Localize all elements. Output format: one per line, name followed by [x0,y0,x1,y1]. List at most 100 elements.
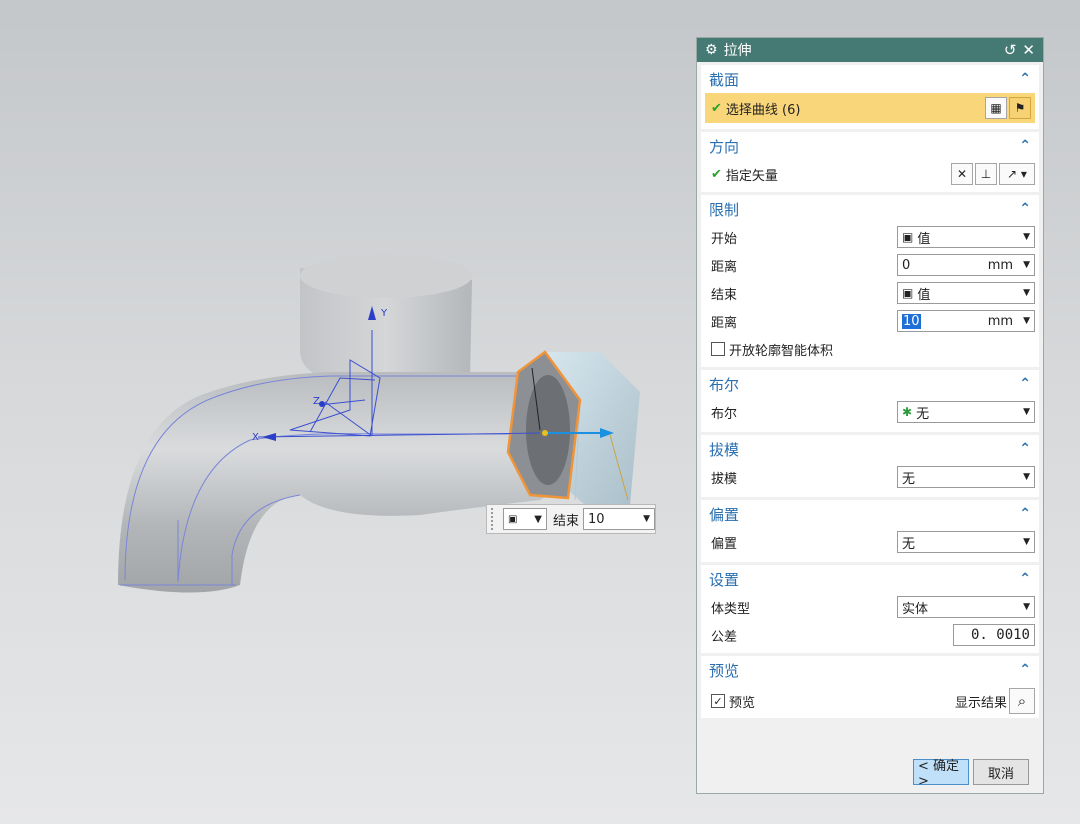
end-distance-label: 距离 [711,315,738,331]
body-type-select[interactable]: 实体 ▼ [897,596,1035,618]
direction-header[interactable]: 方向 ⌃ [701,132,1039,160]
draft-row: 拔模 无 ▼ [701,463,1039,491]
limits-header[interactable]: 限制 ⌃ [701,195,1039,223]
axis-z-label: Z [313,396,320,407]
draft-title: 拔模 [709,440,740,459]
floating-end-value[interactable]: 10 ▼ [583,508,656,530]
end-select-value: 值 [917,287,931,303]
boolean-title: 布尔 [709,375,740,394]
specify-vector-label: 指定矢量 [725,168,778,184]
cancel-button[interactable]: 取消 [973,759,1029,785]
draft-header[interactable]: 拔模 ⌃ [701,435,1039,463]
start-distance-row: 距离 0 mm ▼ [701,251,1039,279]
specify-vector-row: ✔ 指定矢量 ✕ ⊥ ↗ ▾ [701,160,1039,188]
body-type-value: 实体 [902,601,929,617]
open-profile-checkbox[interactable] [711,342,725,356]
tolerance-label: 公差 [711,629,738,645]
cube-icon: ▣ [902,286,914,300]
collapse-icon[interactable]: ⌃ [1019,201,1031,217]
reset-icon[interactable]: ↺ [1004,41,1017,59]
end-distance-value: 10 [902,313,921,329]
floating-end-label: 结束 [553,513,580,529]
floating-end-value-text: 10 [588,511,605,527]
boolean-value: 无 [916,406,930,422]
preview-header[interactable]: 预览 ⌃ [701,656,1039,684]
axis-x-label: X [252,432,259,443]
vector-dialog-icon[interactable]: ⊥ [975,163,997,185]
floating-end-input: ▣ ▼ 结束 10 ▼ [486,504,656,534]
settings-title: 设置 [709,570,740,589]
end-distance-row: 距离 10 mm ▼ [701,307,1039,335]
offset-title: 偏置 [709,505,740,524]
select-curve-row[interactable]: ✔ 选择曲线 (6) ▦ ⚑ [705,93,1035,123]
floating-type-select[interactable]: ▣ ▼ [503,508,547,530]
cube-icon: ▣ [508,513,518,525]
chevron-down-icon: ▼ [1023,537,1030,547]
body-type-row: 体类型 实体 ▼ [701,593,1039,621]
reverse-direction-icon[interactable]: ✕ [951,163,973,185]
preview-checkbox[interactable]: ✓ [711,694,725,708]
draft-label: 拔模 [711,471,738,487]
end-select[interactable]: ▣ 值 ▼ [897,282,1035,304]
limits-group: 限制 ⌃ 开始 ▣ 值 ▼ 距离 0 mm ▼ 结束 ▣ 值 ▼ 距离 10 m… [701,195,1039,367]
start-distance-input[interactable]: 0 mm ▼ [897,254,1035,276]
collapse-icon[interactable]: ⌃ [1019,71,1031,87]
close-icon[interactable]: ✕ [1022,41,1035,59]
chevron-down-icon: ▼ [534,513,542,525]
chevron-down-icon: ▼ [643,514,651,524]
gear-icon: ⚙ [705,42,718,58]
draft-value: 无 [902,471,916,487]
preview-title: 预览 [709,661,740,680]
drag-grip[interactable] [491,508,497,530]
offset-label: 偏置 [711,536,738,552]
chevron-down-icon: ▼ [1023,407,1030,417]
end-distance-input[interactable]: 10 mm ▼ [897,310,1035,332]
extrude-dialog: ⚙ 拉伸 ↺ ✕ 截面 ⌃ ✔ 选择曲线 (6) ▦ ⚑ 方向 ⌃ ✔ 指定矢量… [696,37,1044,794]
collapse-icon[interactable]: ⌃ [1019,138,1031,154]
draft-select[interactable]: 无 ▼ [897,466,1035,488]
vector-type-icon[interactable]: ↗ ▾ [999,163,1035,185]
offset-row: 偏置 无 ▼ [701,528,1039,556]
settings-group: 设置 ⌃ 体类型 实体 ▼ 公差 0. 0010 [701,565,1039,653]
collapse-icon[interactable]: ⌃ [1019,376,1031,392]
cube-icon: ▣ [902,230,914,244]
offset-header[interactable]: 偏置 ⌃ [701,500,1039,528]
preview-row: ✓ 预览 显示结果 ⌕ [701,684,1039,718]
settings-header[interactable]: 设置 ⌃ [701,565,1039,593]
boolean-select[interactable]: ✱ 无 ▼ [897,401,1035,423]
chevron-down-icon: ▼ [1023,288,1030,298]
offset-group: 偏置 ⌃ 偏置 无 ▼ [701,500,1039,562]
check-icon: ✔ [711,166,722,182]
offset-value: 无 [902,536,916,552]
chevron-down-icon: ▼ [1023,472,1030,482]
limits-title: 限制 [709,200,740,219]
magnifier-icon[interactable]: ⌕ [1009,688,1035,714]
show-result-label: 显示结果 [954,695,1007,711]
curve-select-icon[interactable]: ⚑ [1009,97,1031,119]
dialog-titlebar: ⚙ 拉伸 ↺ ✕ [697,38,1043,62]
offset-select[interactable]: 无 ▼ [897,531,1035,553]
sketch-section-icon[interactable]: ▦ [985,97,1007,119]
start-select[interactable]: ▣ 值 ▼ [897,226,1035,248]
tolerance-row: 公差 0. 0010 [701,621,1039,649]
select-curve-label: 选择曲线 (6) [725,102,801,118]
open-profile-row[interactable]: 开放轮廓智能体积 [701,335,1039,363]
start-select-value: 值 [917,231,931,247]
tolerance-input[interactable]: 0. 0010 [953,624,1035,646]
boolean-group: 布尔 ⌃ 布尔 ✱ 无 ▼ [701,370,1039,432]
ok-button[interactable]: < 确定 > [913,759,969,789]
draft-group: 拔模 ⌃ 拔模 无 ▼ [701,435,1039,497]
boolean-header[interactable]: 布尔 ⌃ [701,370,1039,398]
collapse-icon[interactable]: ⌃ [1019,506,1031,522]
dialog-footer: < 确定 > 取消 [697,759,1043,789]
collapse-icon[interactable]: ⌃ [1019,662,1031,678]
preview-label: 预览 [729,695,756,711]
end-label: 结束 [711,287,738,303]
boolean-none-icon: ✱ [902,405,913,419]
section-header[interactable]: 截面 ⌃ [701,65,1039,93]
start-label: 开始 [711,231,738,247]
axis-y-label: Y [380,308,388,319]
collapse-icon[interactable]: ⌃ [1019,441,1031,457]
collapse-icon[interactable]: ⌃ [1019,571,1031,587]
chevron-down-icon: ▼ [1023,260,1030,270]
